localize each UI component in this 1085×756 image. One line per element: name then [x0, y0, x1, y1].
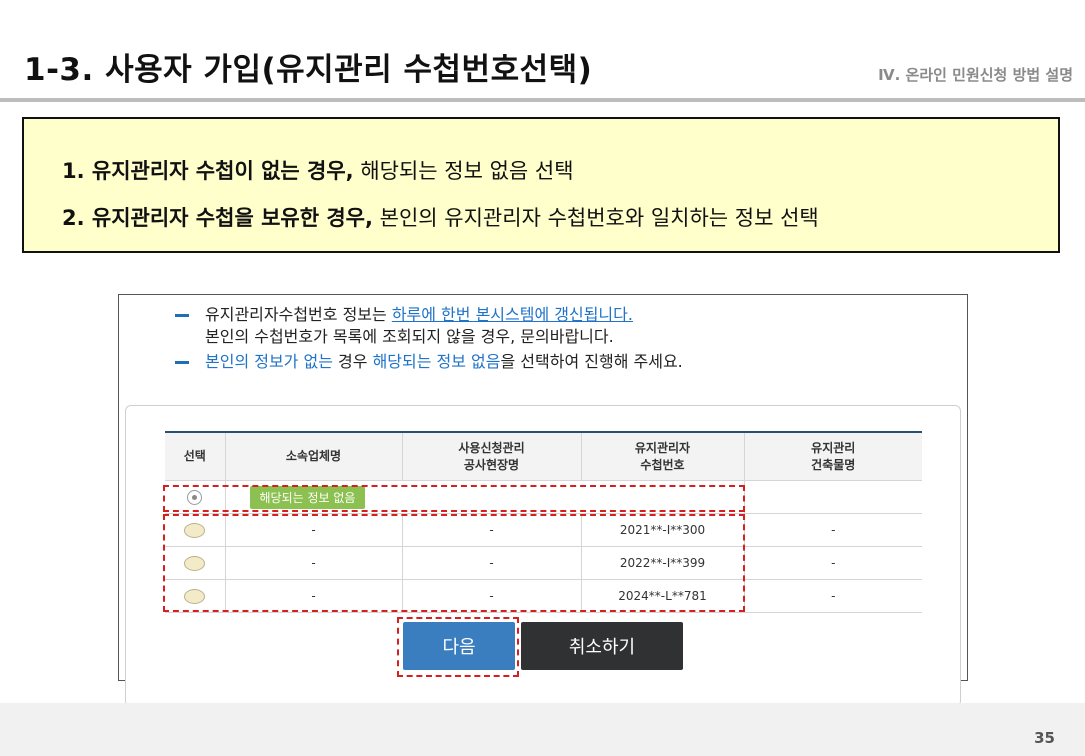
instruction-line-1-text: 해당되는 정보 없음 선택	[353, 159, 574, 183]
highlight-no-info-row	[163, 485, 745, 512]
building-cell: -	[743, 513, 922, 547]
column-header-select: 선택	[165, 431, 225, 481]
bullet-dash-icon	[175, 361, 189, 364]
instruction-line-2: 2. 유지관리자 수첩을 보유한 경우, 본인의 유지관리자 수첩번호와 일치하…	[62, 202, 819, 232]
column-header-handbook: 유지관리자수첩번호	[580, 431, 744, 481]
highlight-handbook-rows	[163, 514, 745, 612]
info-line-1-prefix: 유지관리자수첩번호 정보는	[205, 305, 392, 324]
column-header-handbook-line-1: 유지관리자	[634, 440, 691, 455]
column-header-handbook-line-2: 수첩번호	[640, 457, 685, 472]
instruction-line-2-bold: 2. 유지관리자 수첩을 보유한 경우,	[62, 206, 373, 230]
column-header-building-line-1: 유지관리	[811, 440, 856, 455]
info-line-3-mid: 경우	[332, 352, 373, 371]
column-header-company: 소속업체명	[224, 431, 402, 481]
info-line-3-highlight-2: 해당되는 정보 없음	[372, 352, 501, 371]
instruction-box: 1. 유지관리자 수첩이 없는 경우, 해당되는 정보 없음 선택 2. 유지관…	[22, 117, 1060, 253]
page-title: 1-3. 사용자 가입(유지관리 수첩번호선택)	[24, 52, 593, 88]
column-header-site-line-1: 사용신청관리	[458, 440, 525, 455]
empty-cell	[743, 480, 922, 514]
instruction-line-1: 1. 유지관리자 수첩이 없는 경우, 해당되는 정보 없음 선택	[62, 155, 574, 185]
column-header-building: 유지관리건축물명	[743, 431, 922, 481]
page-number: 35	[1034, 729, 1055, 747]
highlight-next-button	[397, 617, 519, 677]
building-cell: -	[743, 546, 922, 580]
instruction-line-1-bold: 1. 유지관리자 수첩이 없는 경우,	[62, 159, 354, 183]
building-cell: -	[743, 579, 922, 613]
bullet-dash-icon	[175, 314, 189, 317]
column-header-building-line-2: 건축물명	[811, 457, 856, 472]
info-line-2: 본인의 수첩번호가 목록에 조회되지 않을 경우, 문의바랍니다.	[205, 327, 614, 346]
column-header-site: 사용신청관리공사현장명	[401, 431, 581, 481]
table-header-row: 선택 소속업체명 사용신청관리공사현장명 유지관리자수첩번호 유지관리건축물명	[165, 431, 922, 481]
update-notice-link[interactable]: 하루에 한번 본시스템에 갱신됩니다.	[392, 305, 633, 324]
column-header-site-line-2: 공사현장명	[463, 457, 520, 472]
info-line-1: 유지관리자수첩번호 정보는 하루에 한번 본시스템에 갱신됩니다.	[175, 301, 633, 325]
cancel-button[interactable]: 취소하기	[521, 622, 683, 670]
instruction-line-2-text: 본인의 유지관리자 수첩번호와 일치하는 정보 선택	[372, 206, 819, 230]
screenshot-frame: 유지관리자수첩번호 정보는 하루에 한번 본시스템에 갱신됩니다. 본인의 수첩…	[118, 294, 968, 707]
footer-bar: 35	[0, 703, 1085, 756]
title-divider	[0, 98, 1085, 102]
info-line-3: 본인의 정보가 없는 경우 해당되는 정보 없음을 선택하여 진행해 주세요.	[175, 348, 683, 372]
section-label: Ⅳ. 온라인 민원신청 방법 설명	[878, 66, 1073, 84]
info-line-3-highlight-1: 본인의 정보가 없는	[205, 352, 333, 371]
info-line-3-suffix: 을 선택하여 진행해 주세요.	[500, 352, 683, 371]
